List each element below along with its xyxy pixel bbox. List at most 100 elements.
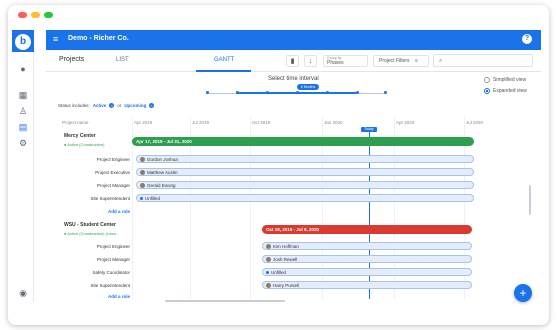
status-filter: Status includes: Active × or Upcoming + [58, 103, 155, 108]
role-label: Project Manager [96, 257, 130, 262]
simplified-view-label: Simplified view [493, 77, 527, 83]
person-name: Harry Pursell [273, 282, 300, 288]
status-or: or [117, 103, 122, 108]
help-icon[interactable]: ? [522, 34, 532, 44]
gantt-chart: Project name Apr 2019 Jul 2019 Oct 2019 … [58, 117, 530, 299]
avatar [140, 182, 145, 188]
view-options: Simplified view Expanded view [484, 77, 527, 99]
project-status: ● Active (Construction) (Unco... [64, 231, 120, 236]
document-icon[interactable]: ▮ [286, 55, 299, 67]
simplified-view-option[interactable]: Simplified view [484, 77, 527, 83]
project-name[interactable]: Mercy Center [64, 133, 96, 139]
tabs-bar: Projects LIST GANTT ▮ ↓ Group by Phases … [46, 50, 541, 72]
radio-checked-icon[interactable] [484, 88, 490, 94]
slider-handle[interactable]: 6 Months [297, 84, 319, 90]
column-header: Jan 2020 [324, 120, 343, 125]
role-label: Project Engineer [96, 244, 130, 249]
status-label: Status includes: [58, 103, 90, 108]
assignment-pill[interactable]: Gordon Joshua [136, 155, 474, 163]
user-circle-icon[interactable]: ● [18, 64, 28, 74]
column-header: Oct 2019 [252, 120, 271, 125]
expanded-view-label: Expanded view [493, 88, 527, 94]
avatar [266, 243, 271, 249]
status-active-chip[interactable]: Active [93, 103, 107, 108]
remove-icon[interactable]: × [109, 103, 115, 108]
column-header: Apr 2019 [134, 120, 153, 125]
assignment-pill[interactable]: Unfilled [262, 268, 472, 276]
tab-gantt[interactable]: GANTT [214, 57, 234, 63]
app-logo[interactable]: b [15, 34, 31, 50]
role-label: Project Manager [96, 183, 130, 188]
add-role-link[interactable]: Add a role [58, 209, 130, 214]
avatar [266, 282, 271, 288]
role-label: Site Superintendent [90, 283, 130, 288]
column-header: Project name [62, 120, 89, 125]
projects-icon[interactable]: ▤ [18, 122, 28, 132]
menu-icon[interactable]: ≡ [53, 34, 58, 44]
group-by-value: Phases [327, 60, 344, 66]
person-name: Gerald Ewong [147, 182, 176, 188]
slider-tick[interactable] [206, 91, 209, 94]
maximize-dot[interactable] [44, 12, 53, 18]
app-title: Demo - Richer Co. [68, 35, 129, 42]
assignment-pill[interactable]: Kim Hoffman [262, 242, 472, 250]
project-status: ● Active (Construction) [64, 142, 105, 147]
account-icon[interactable]: ◉ [18, 288, 28, 298]
search-input[interactable]: ⌕ [433, 54, 533, 67]
role-label: Project Engineer [96, 157, 130, 162]
assignment-pill[interactable]: Unfilled [136, 194, 474, 202]
person-name: Unfilled [145, 195, 161, 201]
person-name: Kim Hoffman [273, 243, 299, 249]
person-icon[interactable]: ♙ [18, 106, 28, 116]
assignment-pill[interactable]: Gerald Ewong [136, 181, 474, 189]
minimize-dot[interactable] [31, 12, 40, 18]
project-bar[interactable]: Oct 19, 2019 - Jul 9, 2020 [262, 225, 472, 234]
slider-tick[interactable] [384, 91, 387, 94]
person-name: Gordon Joshua [147, 156, 178, 162]
assignment-pill[interactable]: Harry Pursell [262, 281, 472, 289]
column-header: Jul 2019 [192, 120, 210, 125]
tab-list[interactable]: LIST [116, 57, 129, 63]
horizontal-scrollbar[interactable] [165, 300, 285, 302]
project-bar[interactable]: Apr 17, 2019 - Jul 31, 2020 [132, 137, 474, 146]
close-dot[interactable] [18, 12, 27, 18]
group-by-select[interactable]: Group by Phases [323, 55, 368, 67]
avatar [140, 156, 145, 162]
role-label: Site Superintendent [90, 196, 130, 201]
left-rail: b ● ▦ ♙ ▤ ⚙ ◉ [12, 30, 34, 302]
add-role-link[interactable]: Add a role [58, 294, 130, 299]
avatar [140, 169, 145, 175]
column-header: Jul 2020 [466, 120, 484, 125]
app-header: ≡ Demo - Richer Co. ? [46, 30, 541, 50]
dashboard-icon[interactable]: ▦ [18, 90, 28, 100]
slider-tick[interactable] [296, 91, 299, 94]
assignment-pill[interactable]: Matthew Austin [136, 168, 474, 176]
today-marker: Today [361, 127, 377, 132]
add-fab-button[interactable]: + [514, 284, 532, 302]
add-icon[interactable]: + [149, 103, 155, 108]
settings-icon[interactable]: ⚙ [18, 138, 28, 148]
role-label: Safety Coordinator [92, 270, 130, 275]
slider-tick[interactable] [266, 91, 269, 94]
radio-icon[interactable] [484, 77, 490, 83]
project-filters-label: Project Filters [379, 58, 410, 64]
expanded-view-option[interactable]: Expanded view [484, 88, 527, 94]
filter-icon: ≡ [414, 58, 418, 64]
vertical-scrollbar[interactable] [529, 185, 531, 215]
download-icon[interactable]: ↓ [304, 55, 317, 67]
assignment-pill[interactable]: Josh Rewell [262, 255, 472, 263]
status-upcoming-chip[interactable]: Upcoming [124, 103, 146, 108]
unfilled-dot-icon [140, 196, 143, 200]
role-label: Project Executive [95, 170, 130, 175]
slider-tick[interactable] [356, 91, 359, 94]
time-interval-label: Select time interval [268, 76, 319, 82]
column-header: Apr 2020 [396, 120, 415, 125]
slider-tick[interactable] [326, 91, 329, 94]
window-controls [18, 12, 53, 18]
projects-heading: Projects [59, 56, 85, 63]
project-filters-button[interactable]: Project Filters ≡ [373, 55, 429, 67]
slider-tick[interactable] [236, 91, 239, 94]
person-name: Unfilled [271, 269, 287, 275]
avatar [266, 256, 271, 262]
project-name[interactable]: WSU - Student Center [64, 222, 116, 228]
